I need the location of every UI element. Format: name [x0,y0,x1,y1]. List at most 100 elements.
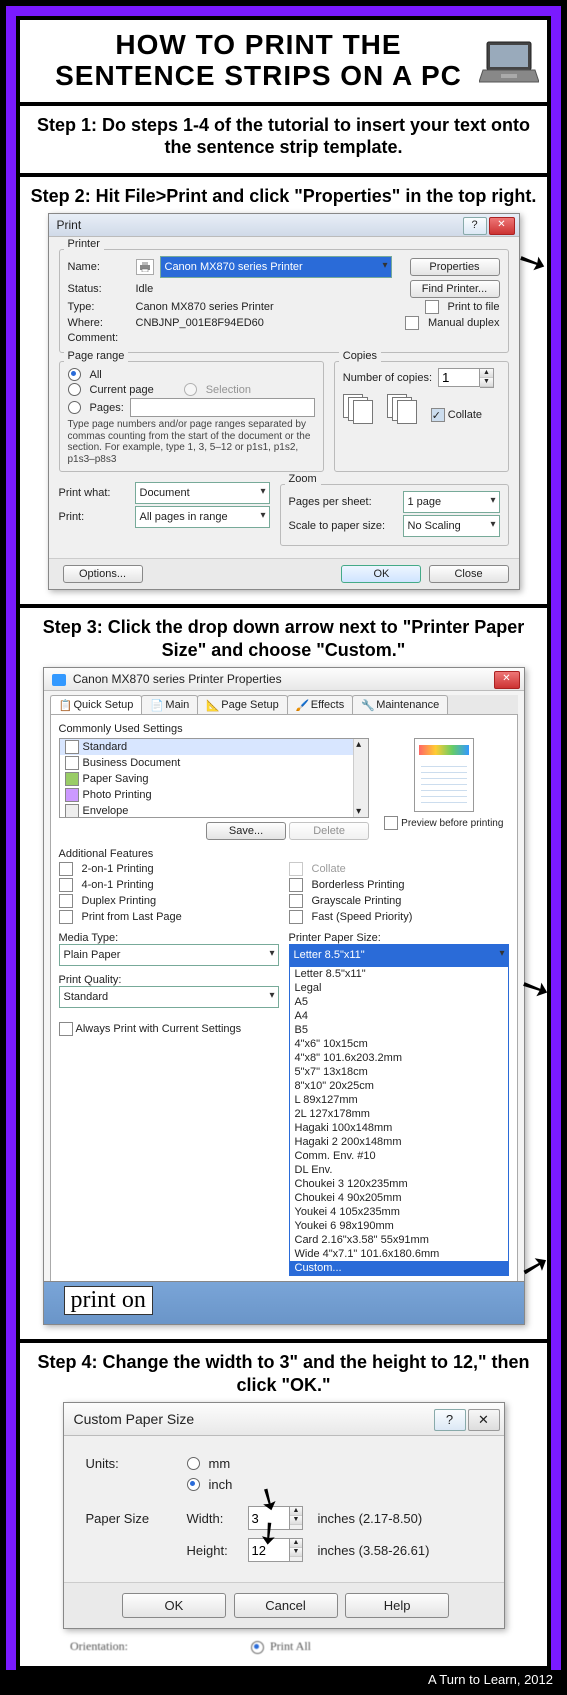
close-icon[interactable]: ✕ [494,671,520,689]
list-item[interactable]: Paper Saving [60,771,369,787]
paper-size-option[interactable]: Letter 8.5"x11" [290,967,508,981]
paper-size-option[interactable]: Hagaki 100x148mm [290,1121,508,1135]
settings-listbox[interactable]: StandardBusiness DocumentPaper SavingPho… [59,738,370,818]
help-icon[interactable]: ? [434,1409,466,1431]
paper-size-option[interactable]: Custom... [290,1261,508,1275]
help-button[interactable]: Help [345,1593,449,1618]
step3-section: Step 3: Click the drop down arrow next t… [20,608,547,1343]
list-item[interactable]: Envelope [60,803,369,818]
print-to-file-checkbox[interactable] [425,300,439,314]
step2-text: Step 2: Hit File>Print and click "Proper… [30,185,537,208]
feature-checkbox[interactable] [59,862,73,876]
pages-input[interactable] [130,398,315,417]
tab-effects[interactable]: 🖌️Effects [287,695,353,714]
feature-label: Collate [312,863,346,875]
print-quality-label: Print Quality: [59,974,279,986]
printer-name-dropdown[interactable]: Canon MX870 series Printer [160,256,392,278]
print-pages-dropdown[interactable]: All pages in range [135,506,270,528]
paper-size-option[interactable]: Legal [290,981,508,995]
tab-quick-setup[interactable]: 📋Quick Setup [50,695,143,714]
feature-checkbox[interactable] [289,878,303,892]
collate-checkbox[interactable]: ✓ [431,408,445,422]
printer-group-label: Printer [64,238,104,250]
print-what-dropdown[interactable]: Document [135,482,270,504]
tab-strip: 📋Quick Setup📄Main📐Page Setup🖌️Effects🔧Ma… [50,695,518,715]
ok-button[interactable]: OK [341,565,421,583]
paper-size-dropdown[interactable]: Letter 8.5"x11" [289,944,509,966]
step1-section: Step 1: Do steps 1-4 of the tutorial to … [20,106,547,177]
setting-icon [65,788,79,802]
paper-size-option[interactable]: A4 [290,1009,508,1023]
collate-label: Collate [448,409,482,421]
feature-checkbox[interactable] [59,878,73,892]
inch-radio[interactable] [187,1478,200,1491]
height-spinner[interactable]: ▲▼ [248,1538,304,1562]
num-copies-input[interactable] [438,368,480,387]
width-spinner[interactable]: ▲▼ [248,1506,304,1530]
list-item[interactable]: Business Document [60,755,369,771]
printer-icon [136,259,154,275]
zoom-label: Zoom [285,473,321,485]
all-radio[interactable] [68,368,81,381]
tab-page-setup[interactable]: 📐Page Setup [197,695,288,714]
paper-size-option[interactable]: 8"x10" 20x25cm [290,1079,508,1093]
tab-main[interactable]: 📄Main [141,695,198,714]
paper-size-label: Printer Paper Size: [289,932,509,944]
step4-text: Step 4: Change the width to 3" and the h… [30,1351,537,1396]
width-input[interactable] [248,1506,290,1530]
paper-size-option[interactable]: B5 [290,1023,508,1037]
paper-size-option[interactable]: Comm. Env. #10 [290,1149,508,1163]
paper-size-option[interactable]: Youkei 6 98x190mm [290,1219,508,1233]
feature-checkbox[interactable] [289,894,303,908]
num-copies-spinner[interactable]: ▲▼ [438,368,494,388]
list-item[interactable]: Photo Printing [60,787,369,803]
paper-size-option[interactable]: Wide 4"x7.1" 101.6x180.6mm [290,1247,508,1261]
options-button[interactable]: Options... [63,565,143,583]
height-input[interactable] [248,1538,290,1562]
comment-label: Comment: [68,332,130,344]
paper-size-option[interactable]: 4"x8" 101.6x203.2mm [290,1051,508,1065]
step2-section: Step 2: Hit File>Print and click "Proper… [20,177,547,609]
mm-radio[interactable] [187,1457,200,1470]
feature-checkbox[interactable] [289,910,303,924]
always-print-checkbox[interactable] [59,1022,73,1036]
preview-checkbox[interactable] [384,816,398,830]
type-label: Type: [68,301,130,313]
paper-size-option[interactable]: 5"x7" 13x18cm [290,1065,508,1079]
feature-checkbox[interactable] [59,894,73,908]
paper-size-option[interactable]: A5 [290,995,508,1009]
paper-size-option[interactable]: Youkei 4 105x235mm [290,1205,508,1219]
scrollbar[interactable] [353,739,368,817]
paper-size-options-list[interactable]: Letter 8.5"x11"LegalA5A4B54"x6" 10x15cm4… [289,966,509,1276]
list-item[interactable]: Standard [60,739,369,755]
name-label: Name: [68,261,130,273]
save-button[interactable]: Save... [206,822,286,840]
media-type-dropdown[interactable]: Plain Paper [59,944,279,966]
properties-button[interactable]: Properties [410,258,500,276]
paper-size-option[interactable]: 4"x6" 10x15cm [290,1037,508,1051]
paper-size-option[interactable]: DL Env. [290,1163,508,1177]
paper-size-option[interactable]: L 89x127mm [290,1093,508,1107]
cancel-button[interactable]: Cancel [234,1593,338,1618]
tab-maintenance[interactable]: 🔧Maintenance [352,695,448,714]
paper-size-option[interactable]: Choukei 4 90x205mm [290,1191,508,1205]
print-quality-dropdown[interactable]: Standard [59,986,279,1008]
pages-radio[interactable] [68,401,81,414]
paper-size-option[interactable]: 2L 127x178mm [290,1107,508,1121]
pps-dropdown[interactable]: 1 page [403,491,500,513]
paper-size-option[interactable]: Card 2.16"x3.58" 55x91mm [290,1233,508,1247]
ok-button[interactable]: OK [122,1593,226,1618]
close-icon[interactable]: ✕ [489,217,515,235]
find-printer-button[interactable]: Find Printer... [410,280,500,298]
scale-dropdown[interactable]: No Scaling [403,515,500,537]
paper-size-option[interactable]: Choukei 3 120x235mm [290,1177,508,1191]
paper-size-option[interactable]: Hagaki 2 200x148mm [290,1135,508,1149]
always-print-label: Always Print with Current Settings [76,1023,242,1035]
help-icon[interactable]: ? [463,217,487,235]
feature-checkbox[interactable] [59,910,73,924]
feature-label: Duplex Printing [82,895,157,907]
current-page-radio[interactable] [68,383,81,396]
manual-duplex-checkbox[interactable] [405,316,419,330]
close-button[interactable]: Close [429,565,509,583]
close-icon[interactable]: ✕ [468,1409,500,1431]
